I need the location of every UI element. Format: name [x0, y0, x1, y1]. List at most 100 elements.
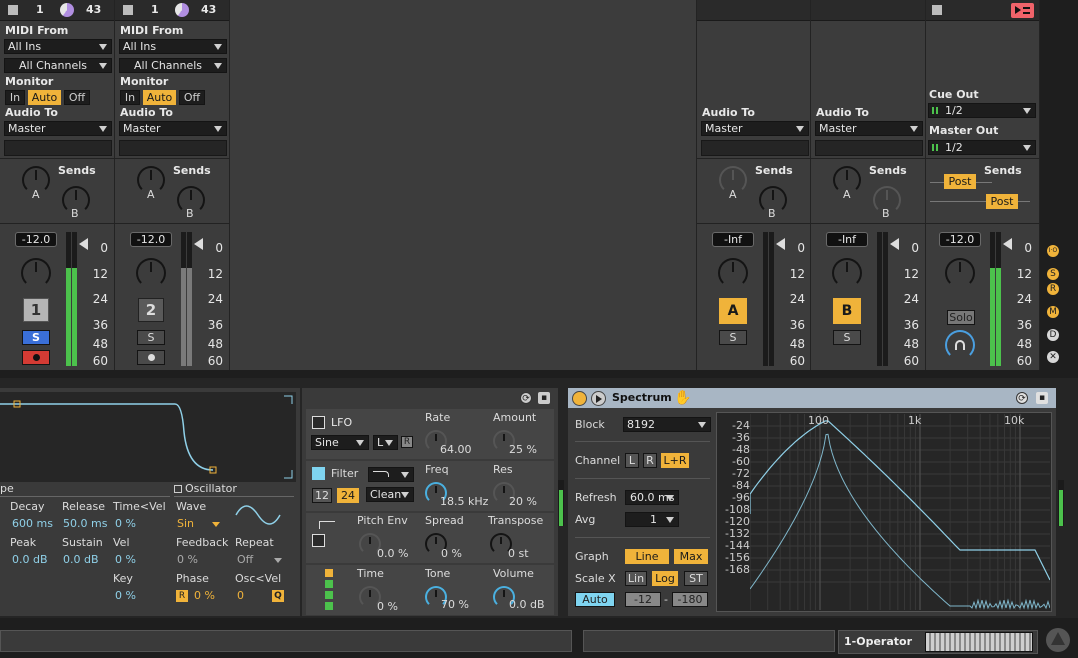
filter-type-select[interactable] [368, 467, 414, 482]
mixer-toggle-icon[interactable]: M [1047, 306, 1059, 318]
volume-value[interactable]: -Inf [712, 232, 754, 247]
io-toggle-icon[interactable]: I·O [1047, 245, 1059, 257]
track-activator-button[interactable]: 1 [23, 298, 49, 322]
delay-toggle-icon[interactable]: D [1047, 329, 1059, 341]
return-activator-button[interactable]: A [719, 298, 747, 324]
pan-knob[interactable] [945, 258, 975, 288]
audio-to-select[interactable]: Master [4, 121, 112, 136]
time-value[interactable]: 0 % [377, 600, 398, 613]
device-power-button[interactable] [572, 391, 587, 406]
channel-select[interactable]: All Channels [119, 58, 227, 73]
volume-value[interactable]: -12.0 [15, 232, 57, 247]
send-b-post-button[interactable]: Post [986, 194, 1018, 209]
volume-value[interactable]: 0.0 dB [509, 598, 545, 611]
stop-all-clips-button[interactable] [1011, 3, 1034, 18]
freq-value[interactable]: 18.5 kHz [440, 495, 488, 508]
slope-24-button[interactable]: 24 [337, 488, 359, 503]
track-activator[interactable] [123, 5, 133, 15]
arm-button[interactable] [137, 350, 165, 365]
res-value[interactable]: 20 % [509, 495, 537, 508]
timevel-value[interactable]: 0 % [115, 517, 136, 530]
graph-max-button[interactable]: Max [674, 549, 708, 564]
amount-value[interactable]: 25 % [509, 443, 537, 456]
arm-button[interactable] [22, 350, 50, 365]
monitor-auto-button[interactable]: Auto [143, 90, 176, 105]
avg-field[interactable]: 1 [625, 512, 679, 527]
filter-mode-select[interactable]: Clean [366, 487, 414, 502]
filter-enable-checkbox[interactable] [312, 467, 325, 480]
oscillator-checkbox[interactable] [174, 485, 182, 493]
output-sub-field[interactable] [119, 140, 227, 156]
returns-toggle-icon[interactable]: R [1047, 283, 1059, 295]
solo-button[interactable]: S [719, 330, 747, 345]
pan-knob[interactable] [832, 258, 862, 288]
monitor-auto-button[interactable]: Auto [28, 90, 61, 105]
auto-range-button[interactable]: Auto [575, 592, 615, 607]
algorithm-icon[interactable] [325, 569, 333, 611]
volume-value[interactable]: -12.0 [130, 232, 172, 247]
audio-to-select[interactable]: Master [119, 121, 227, 136]
pitch-env-checkbox[interactable] [312, 534, 325, 547]
lfo-retrigger-button[interactable]: R [401, 436, 413, 448]
repeat-value[interactable]: Off [237, 553, 253, 566]
midi-from-select[interactable]: All Ins [4, 39, 112, 54]
cue-volume-knob[interactable] [945, 330, 975, 360]
quantize-button[interactable]: Q [272, 590, 284, 602]
output-sub-field[interactable] [4, 140, 112, 156]
return-activator-button[interactable]: B [833, 298, 861, 324]
rate-value[interactable]: 64.00 [440, 443, 472, 456]
repeat-dropdown-icon[interactable] [274, 558, 282, 563]
scale-lin-button[interactable]: Lin [625, 571, 647, 586]
release-value[interactable]: 50.0 ms [63, 517, 107, 530]
solo-button[interactable]: S [833, 330, 861, 345]
hot-swap-icon[interactable]: ⟳ [1016, 392, 1028, 404]
master-activator[interactable] [932, 5, 942, 15]
send-a-post-button[interactable]: Post [944, 174, 976, 189]
peak-value[interactable]: 0.0 dB [12, 553, 48, 566]
feedback-value[interactable]: 0 % [177, 553, 198, 566]
transpose-value[interactable]: 0 st [508, 547, 529, 560]
envelope-display[interactable] [0, 392, 296, 482]
save-preset-icon[interactable]: ▪ [538, 392, 550, 404]
lfo-enable-checkbox[interactable] [312, 416, 325, 429]
solo-button[interactable]: S [22, 330, 50, 345]
hot-swap-icon[interactable]: ⟳ [520, 392, 532, 404]
oscvel-value[interactable]: 0 [237, 589, 244, 602]
monitor-off-button[interactable]: Off [64, 90, 90, 105]
decay-value[interactable]: 600 ms [12, 517, 53, 530]
volume-value[interactable]: -12.0 [939, 232, 981, 247]
audio-to-select[interactable]: Master [815, 121, 923, 136]
lfo-range-select[interactable]: L [373, 435, 398, 450]
monitor-in-button[interactable]: In [120, 90, 140, 105]
save-preset-icon[interactable]: ▪ [1036, 392, 1048, 404]
key-value[interactable]: 0 % [115, 589, 136, 602]
lfo-wave-select[interactable]: Sine [311, 435, 369, 450]
range-high-field[interactable]: -180 [672, 592, 708, 607]
crossfader-toggle-icon[interactable]: ✕ [1047, 351, 1059, 363]
monitor-off-button[interactable]: Off [179, 90, 205, 105]
vel-value[interactable]: 0 % [115, 553, 136, 566]
sends-toggle-icon[interactable]: S [1047, 268, 1059, 280]
scale-st-button[interactable]: ST [684, 571, 708, 586]
sustain-value[interactable]: 0.0 dB [63, 553, 99, 566]
pan-knob[interactable] [718, 258, 748, 288]
spread-value[interactable]: 0 % [441, 547, 462, 560]
track-activator[interactable] [8, 5, 18, 15]
device-chain-tab[interactable]: 1-Operator [838, 630, 1038, 654]
solo-cue-button[interactable]: Solo [947, 310, 975, 325]
block-select[interactable]: 8192 [623, 417, 711, 432]
cue-out-select[interactable]: 1/2 [928, 103, 1036, 118]
audio-to-select[interactable]: Master [701, 121, 809, 136]
wave-value[interactable]: Sin [177, 517, 194, 530]
wave-dropdown-icon[interactable] [212, 522, 220, 527]
refresh-field[interactable]: 60.0 ms [625, 490, 679, 505]
graph-line-button[interactable]: Line [625, 549, 669, 564]
output-sub-field[interactable] [701, 140, 809, 156]
scale-log-button[interactable]: Log [652, 571, 678, 586]
phase-value[interactable]: 0 % [194, 589, 215, 602]
master-out-select[interactable]: 1/2 [928, 140, 1036, 155]
range-low-field[interactable]: -12 [625, 592, 661, 607]
pan-knob[interactable] [136, 258, 166, 288]
midi-from-select[interactable]: All Ins [119, 39, 227, 54]
slope-12-button[interactable]: 12 [312, 488, 332, 503]
